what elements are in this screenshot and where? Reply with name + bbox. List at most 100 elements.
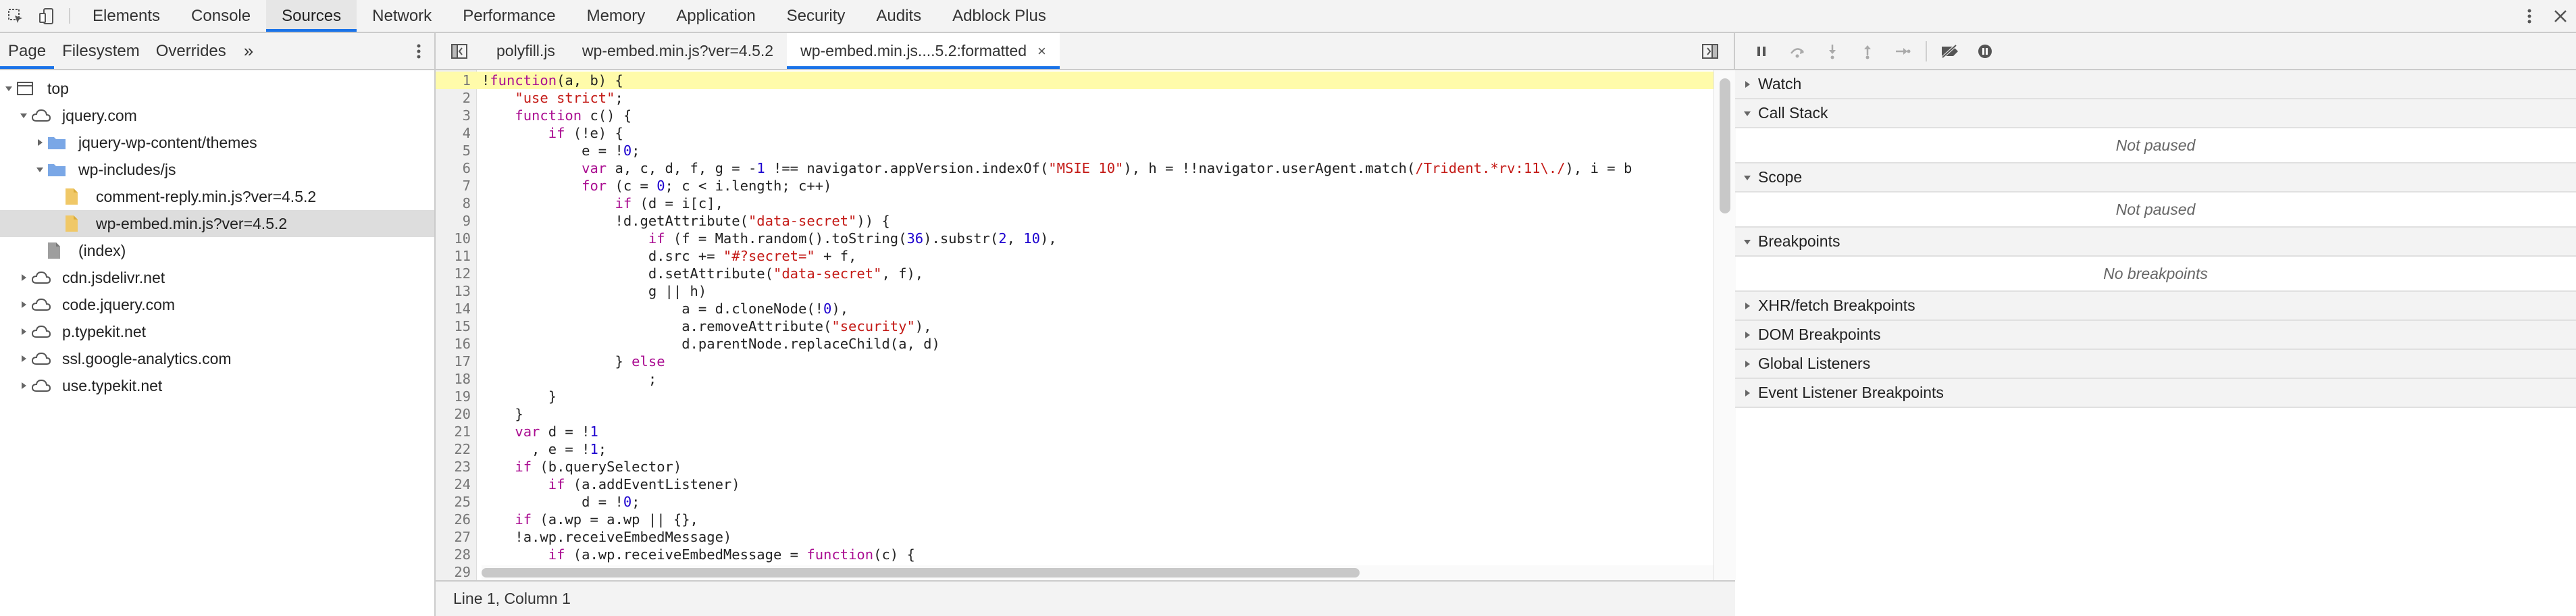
code-line[interactable]: 9 !d.getAttribute("data-secret")) { xyxy=(436,212,1714,230)
tab-elements[interactable]: Elements xyxy=(77,0,176,32)
line-number[interactable]: 1 xyxy=(436,72,476,89)
tree-item[interactable]: jquery-wp-content/themes xyxy=(0,129,434,156)
line-number[interactable]: 28 xyxy=(436,546,476,563)
code-line[interactable]: 8 if (d = i[c], xyxy=(436,195,1714,212)
navigator-tab-page[interactable]: Page xyxy=(0,33,55,69)
code-line[interactable]: 1 !function(a, b) { xyxy=(436,72,1714,89)
tree-item[interactable]: cdn.jsdelivr.net xyxy=(0,264,434,291)
line-number[interactable]: 17 xyxy=(436,353,476,370)
code-line[interactable]: 20 } xyxy=(436,405,1714,423)
line-number[interactable]: 20 xyxy=(436,405,476,423)
tree-item[interactable]: ssl.google-analytics.com xyxy=(0,345,434,372)
tree-item[interactable]: top xyxy=(0,75,434,102)
code-line[interactable]: 22 , e = !1; xyxy=(436,440,1714,458)
vertical-scrollbar[interactable] xyxy=(1714,70,1736,580)
expand-down-icon[interactable] xyxy=(16,111,31,120)
code-line[interactable]: 12 d.setAttribute("data-secret", f), xyxy=(436,265,1714,282)
line-number[interactable]: 6 xyxy=(436,159,476,177)
code-area[interactable]: 1 !function(a, b) {2 "use strict"; 3 funct… xyxy=(436,70,1719,580)
line-number[interactable]: 29 xyxy=(436,563,476,580)
line-number[interactable]: 7 xyxy=(436,177,476,195)
code-line[interactable]: 7 for (c = 0; c < i.length; c++) xyxy=(436,177,1714,195)
tab-memory[interactable]: Memory xyxy=(571,0,661,32)
tree-item[interactable]: wp-includes/js xyxy=(0,156,434,183)
line-number[interactable]: 19 xyxy=(436,388,476,405)
code-line[interactable]: 11 d.src += "#?secret=" + f, xyxy=(436,247,1714,265)
code-line[interactable]: 19 } xyxy=(436,388,1714,405)
more-tabs-button[interactable]: » xyxy=(234,33,263,69)
line-number[interactable]: 4 xyxy=(436,124,476,142)
expand-down-icon[interactable] xyxy=(32,165,47,174)
line-number[interactable]: 23 xyxy=(436,458,476,476)
line-number[interactable]: 26 xyxy=(436,511,476,528)
close-icon[interactable] xyxy=(2545,0,2576,32)
more-options-icon[interactable] xyxy=(2514,0,2545,32)
code-line[interactable]: 3 function c() { xyxy=(436,107,1714,124)
line-number[interactable]: 11 xyxy=(436,247,476,265)
tab-network[interactable]: Network xyxy=(357,0,447,32)
toggle-debugger-icon[interactable] xyxy=(1686,33,1734,69)
line-number[interactable]: 3 xyxy=(436,107,476,124)
code-line[interactable]: 5 e = !0; xyxy=(436,142,1714,159)
tree-item[interactable]: use.typekit.net xyxy=(0,372,434,399)
pane-header-call-stack[interactable]: Call Stack xyxy=(1735,99,2576,128)
code-line[interactable]: 6 var a, c, d, f, g = -1 !== navigator.a… xyxy=(436,159,1714,177)
tab-application[interactable]: Application xyxy=(661,0,771,32)
expand-right-icon[interactable] xyxy=(16,274,31,282)
pane-header-breakpoints[interactable]: Breakpoints xyxy=(1735,228,2576,257)
tree-item[interactable]: wp-embed.min.js?ver=4.5.2 xyxy=(0,210,434,237)
line-number[interactable]: 8 xyxy=(436,195,476,212)
expand-right-icon[interactable] xyxy=(16,382,31,390)
line-number[interactable]: 13 xyxy=(436,282,476,300)
step-over-icon[interactable] xyxy=(1780,32,1815,70)
line-number[interactable]: 16 xyxy=(436,335,476,353)
code-line[interactable]: 10 if (f = Math.random().toString(36).su… xyxy=(436,230,1714,247)
tab-sources[interactable]: Sources xyxy=(266,0,357,32)
code-line[interactable]: 25 d = !0; xyxy=(436,493,1714,511)
navigator-tab-filesystem[interactable]: Filesystem xyxy=(54,33,148,69)
tree-item[interactable]: p.typekit.net xyxy=(0,318,434,345)
line-number[interactable]: 14 xyxy=(436,300,476,317)
line-number[interactable]: 2 xyxy=(436,89,476,107)
pane-header-global-listeners[interactable]: Global Listeners xyxy=(1735,350,2576,379)
code-line[interactable]: 27 !a.wp.receiveEmbedMessage) xyxy=(436,528,1714,546)
pause-resume-icon[interactable] xyxy=(1745,32,1780,70)
pane-header-scope[interactable]: Scope xyxy=(1735,163,2576,192)
navigator-tab-overrides[interactable]: Overrides xyxy=(148,33,234,69)
pane-header-watch[interactable]: Watch xyxy=(1735,70,2576,99)
line-number[interactable]: 5 xyxy=(436,142,476,159)
code-line[interactable]: 28 if (a.wp.receiveEmbedMessage = functi… xyxy=(436,546,1714,563)
horizontal-scrollbar[interactable] xyxy=(482,565,1714,580)
editor-tab[interactable]: wp-embed.min.js?ver=4.5.2 xyxy=(569,33,787,69)
expand-down-icon[interactable] xyxy=(1,84,16,93)
pane-header-dom-breakpoints[interactable]: DOM Breakpoints xyxy=(1735,321,2576,350)
inspect-element-icon[interactable] xyxy=(0,0,31,32)
code-line[interactable]: 2 "use strict"; xyxy=(436,89,1714,107)
line-number[interactable]: 15 xyxy=(436,317,476,335)
pane-header-event-listener-breakpoints[interactable]: Event Listener Breakpoints xyxy=(1735,379,2576,408)
navigator-menu-icon[interactable] xyxy=(403,33,434,69)
expand-right-icon[interactable] xyxy=(16,301,31,309)
line-number[interactable]: 27 xyxy=(436,528,476,546)
close-tab-icon[interactable]: × xyxy=(1037,43,1046,60)
expand-right-icon[interactable] xyxy=(32,138,47,147)
code-line[interactable]: 4 if (!e) { xyxy=(436,124,1714,142)
pause-on-exceptions-icon[interactable] xyxy=(1967,32,2003,70)
deactivate-breakpoints-icon[interactable] xyxy=(1932,32,1967,70)
line-number[interactable]: 9 xyxy=(436,212,476,230)
editor-tab[interactable]: polyfill.js xyxy=(483,33,569,69)
vertical-scroll-thumb[interactable] xyxy=(1720,78,1730,213)
step-out-icon[interactable] xyxy=(1850,32,1885,70)
step-icon[interactable] xyxy=(1885,32,1920,70)
tree-item[interactable]: (index) xyxy=(0,237,434,264)
expand-right-icon[interactable] xyxy=(16,355,31,363)
toggle-navigator-icon[interactable] xyxy=(436,33,483,69)
tab-security[interactable]: Security xyxy=(771,0,861,32)
tab-performance[interactable]: Performance xyxy=(447,0,571,32)
tab-adblock-plus[interactable]: Adblock Plus xyxy=(937,0,1062,32)
line-number[interactable]: 18 xyxy=(436,370,476,388)
line-number[interactable]: 21 xyxy=(436,423,476,440)
line-number[interactable]: 10 xyxy=(436,230,476,247)
tree-item[interactable]: jquery.com xyxy=(0,102,434,129)
expand-right-icon[interactable] xyxy=(16,328,31,336)
